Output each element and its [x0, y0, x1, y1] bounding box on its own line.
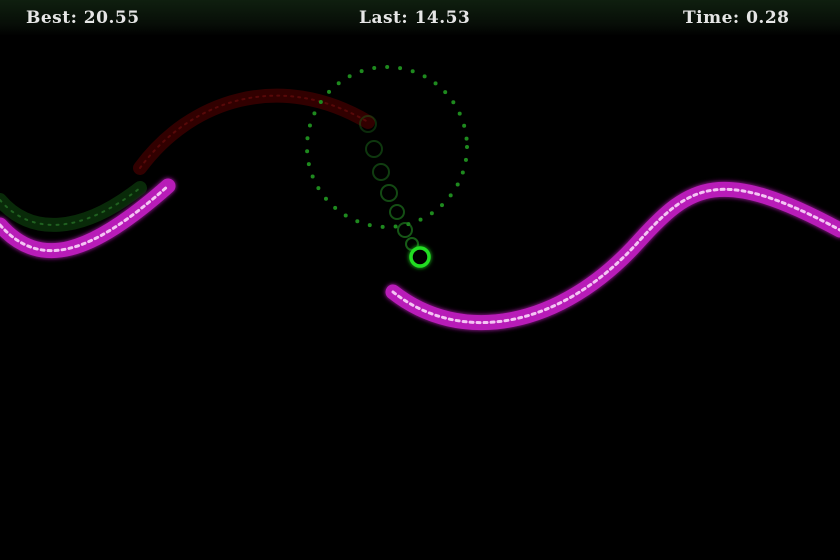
player-ring-icon[interactable]	[409, 246, 431, 268]
track-segment-right	[385, 181, 840, 331]
playfield[interactable]	[0, 0, 840, 560]
fading-trail	[133, 88, 375, 175]
orbit-dotted-circle	[305, 65, 469, 229]
player-tether-trail	[359, 115, 419, 251]
game-screen[interactable]: Best: 20.55 Last: 14.53 Time: 0.28	[0, 0, 840, 560]
